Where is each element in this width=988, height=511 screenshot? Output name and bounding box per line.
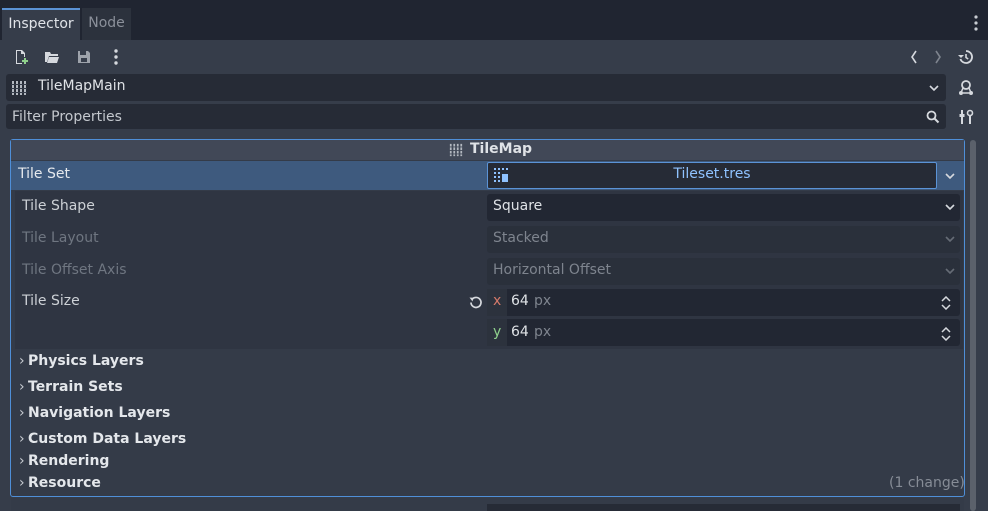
group-rendering[interactable]: › Rendering (19, 453, 109, 469)
tile-layout-select[interactable] (487, 226, 960, 253)
folder-open-icon[interactable] (41, 46, 63, 68)
group-navigation-layers[interactable]: › Navigation Layers (19, 405, 170, 421)
tile-set-label: Tile Set (18, 166, 70, 182)
spin-updown-icon[interactable] (938, 294, 954, 311)
object-properties-icon[interactable] (955, 77, 977, 99)
tile-size-x-value: 64 (511, 293, 529, 309)
tile-size-y-value: 64 (511, 324, 529, 340)
node-name: TileMapMain (38, 78, 126, 94)
spin-updown-icon[interactable] (938, 325, 954, 342)
chevron-right-icon: › (19, 405, 25, 421)
group-label: Physics Layers (28, 353, 144, 369)
chevron-down-icon[interactable] (942, 199, 958, 215)
save-icon[interactable] (73, 46, 95, 68)
tile-set-value: Tileset.tres (673, 166, 751, 182)
history-icon[interactable] (955, 46, 977, 68)
tab-inspector[interactable]: Inspector (2, 8, 80, 40)
revert-icon[interactable] (467, 293, 485, 311)
filter-properties-input[interactable] (6, 104, 946, 129)
group-resource[interactable]: › Resource (19, 475, 101, 491)
tile-shape-label: Tile Shape (22, 198, 95, 214)
group-label: Terrain Sets (28, 379, 123, 395)
tilemap-icon (11, 80, 27, 96)
tile-offset-axis-value: Horizontal Offset (493, 262, 611, 278)
group-custom-data-layers[interactable]: › Custom Data Layers (19, 431, 186, 447)
dock-tab-bar (0, 0, 988, 40)
chevron-down-icon[interactable] (942, 168, 958, 184)
tile-size-y-unit: px (534, 324, 552, 340)
chevron-right-icon: › (19, 353, 25, 369)
chevron-down-icon[interactable] (926, 80, 942, 96)
chevron-right-icon: › (19, 475, 25, 491)
x-axis-label: x (493, 293, 502, 309)
group-label: Navigation Layers (28, 405, 171, 421)
chevron-right-icon: › (19, 431, 25, 447)
tilemap-section-icon (449, 143, 463, 157)
new-resource-icon[interactable] (10, 46, 32, 68)
group-label: Rendering (28, 453, 110, 469)
inspector-scrollbar[interactable] (970, 140, 976, 511)
section-title: TileMap (470, 141, 533, 157)
next-row-field-partial (487, 504, 960, 511)
chevron-left-icon[interactable] (904, 46, 924, 68)
resource-change-count: (1 change) (889, 475, 965, 491)
chevron-down-icon (942, 263, 958, 279)
tile-size-label: Tile Size (22, 293, 80, 309)
group-physics-layers[interactable]: › Physics Layers (19, 353, 144, 369)
chevron-right-icon: › (19, 453, 25, 469)
group-label: Custom Data Layers (28, 431, 187, 447)
node-selector[interactable] (6, 74, 946, 101)
tile-layout-label: Tile Layout (22, 230, 99, 246)
group-terrain-sets[interactable]: › Terrain Sets (19, 379, 123, 395)
more-options-kebab-icon[interactable] (106, 46, 126, 68)
tile-size-x-field[interactable] (487, 289, 960, 316)
dock-menu-kebab-icon[interactable] (968, 12, 984, 34)
group-label: Resource (28, 475, 101, 491)
tile-shape-select[interactable] (487, 194, 960, 221)
tile-shape-value: Square (493, 198, 543, 214)
chevron-right-icon: › (19, 379, 25, 395)
tile-size-x-unit: px (534, 293, 552, 309)
tile-offset-axis-label: Tile Offset Axis (22, 262, 127, 278)
chevron-right-icon[interactable] (928, 46, 948, 68)
y-axis-label: y (493, 324, 502, 340)
tile-layout-value: Stacked (493, 230, 549, 246)
tile-size-y-field[interactable] (487, 319, 960, 346)
chevron-down-icon (942, 231, 958, 247)
tab-node[interactable]: Node (82, 8, 131, 40)
tools-icon[interactable] (955, 106, 977, 128)
